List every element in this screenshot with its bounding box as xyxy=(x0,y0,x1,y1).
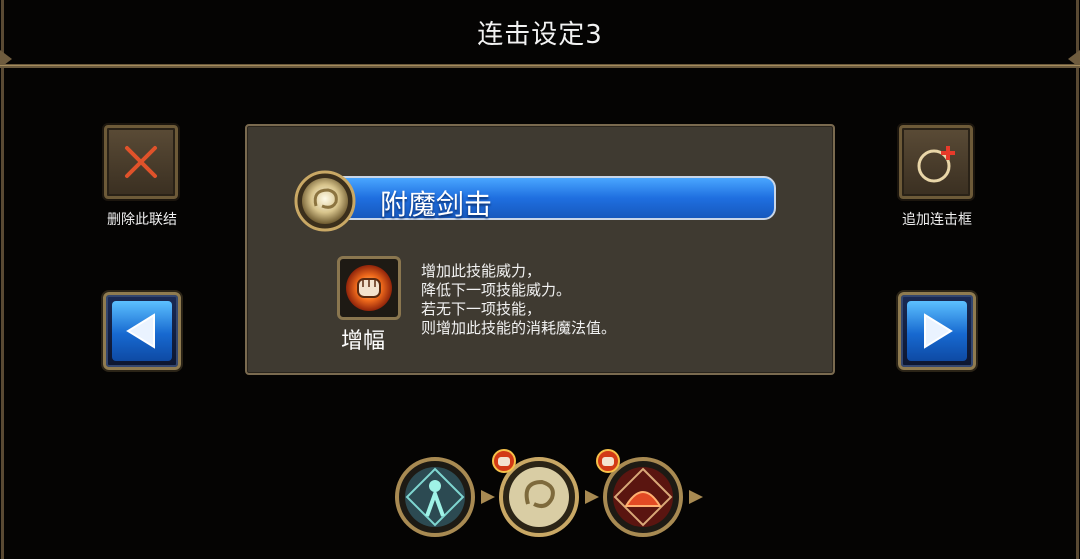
description-line: 增加此技能威力， xyxy=(421,262,542,280)
chain-connector-icon xyxy=(481,490,495,504)
description-line: 若无下一项技能， xyxy=(421,300,542,318)
header-divider xyxy=(0,64,1080,68)
right-arrow-icon xyxy=(924,313,953,349)
golden-swirl-skill-icon xyxy=(294,170,356,232)
delete-link-button[interactable] xyxy=(104,125,178,199)
description-line: 则增加此技能的消耗魔法值。 xyxy=(421,319,617,337)
chain-connector-icon xyxy=(689,490,703,504)
skill-description: 增加此技能威力， 降低下一项技能威力。 若无下一项技能， 则增加此技能的消耗魔法… xyxy=(421,262,616,338)
effect-label: 增幅 xyxy=(341,329,386,354)
right-border-ornament xyxy=(1068,0,1080,559)
add-ring-icon xyxy=(917,146,955,183)
fist-badge-icon xyxy=(492,449,516,473)
effect-icon-frame xyxy=(337,256,401,320)
fist-badge-icon xyxy=(596,449,620,473)
delete-link-label: 删除此联结 xyxy=(107,212,177,228)
header-bar: 连击设定3 xyxy=(0,0,1080,68)
fist-power-icon xyxy=(346,265,392,311)
add-combo-slot-label: 追加连击框 xyxy=(902,212,972,228)
close-icon xyxy=(125,146,157,178)
chain-connector-icon xyxy=(585,490,599,504)
left-arrow-icon xyxy=(126,313,155,349)
skill-name: 附魔剑击 xyxy=(380,188,493,221)
cyan-warrior-skill-icon[interactable] xyxy=(394,456,476,538)
left-border-ornament xyxy=(0,0,12,559)
page-title: 连击设定3 xyxy=(477,20,603,50)
previous-button[interactable] xyxy=(103,292,181,370)
add-combo-slot-button[interactable] xyxy=(899,125,973,199)
description-line: 降低下一项技能威力。 xyxy=(421,281,572,299)
next-button[interactable] xyxy=(898,292,976,370)
